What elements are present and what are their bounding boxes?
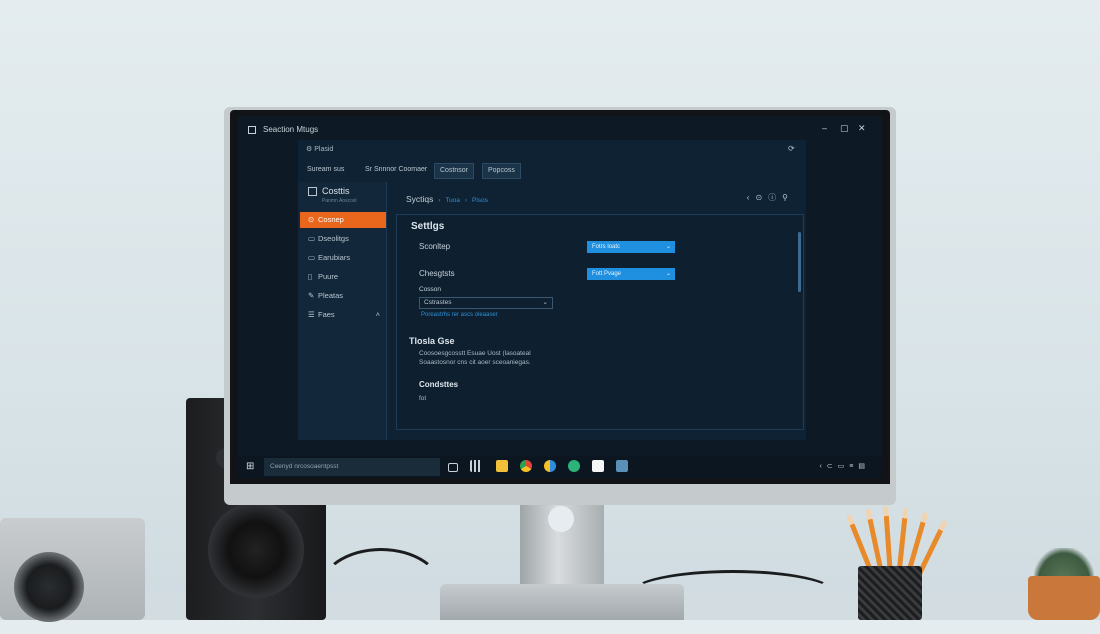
sidebar-item-label: Puure — [318, 272, 339, 281]
pencil-cup — [858, 566, 922, 620]
toolbar: Suream sus Sr Snnnor Coomaer Costnsor Po… — [298, 158, 806, 180]
camera-lens — [14, 552, 84, 622]
field-label: Chesgtsts — [419, 269, 455, 278]
app-header-row: ⚙ Plasid — [306, 145, 333, 153]
notification-icon[interactable]: ▤ — [858, 463, 870, 470]
system-tray: ‹⊂▭≡▤ — [819, 462, 870, 470]
chevron-up-icon[interactable]: ‹ — [819, 463, 826, 470]
app-header-label: Plasid — [314, 146, 334, 153]
section-text: fot — [419, 395, 427, 402]
sidebar-item-dseolitgs[interactable]: ▭ Dseolitgs — [300, 231, 386, 247]
section-title: Tlosla Gse — [409, 336, 455, 346]
item-icon: ⊙ — [308, 215, 315, 224]
browser-icon[interactable] — [520, 460, 532, 472]
window-app-icon — [248, 126, 256, 134]
store-icon[interactable] — [592, 460, 604, 472]
select-value: Cstrastes — [424, 299, 452, 306]
select-value: Fott Pvage — [592, 271, 622, 277]
toolbar-tab-active[interactable]: Costnsor — [434, 163, 475, 179]
content-toolbar-icons: ‹⊙ⓘ⚲ — [747, 192, 794, 203]
home-icon — [308, 187, 317, 196]
section-description: Coosoesgcosstt Esuae Uost (lasoateal Soa… — [419, 350, 531, 366]
section-title: Condsttes — [419, 380, 459, 389]
sidebar-item-puure[interactable]: ▯ Puure — [300, 269, 386, 285]
taskbar: ⊞ Ceenyd nrcosoaentpsst ‹⊂▭≡▤ — [238, 456, 882, 478]
breadcrumb-separator: › — [464, 198, 467, 204]
panel-title: Settlgs — [411, 221, 445, 232]
chevron-down-icon: ⌄ — [665, 271, 671, 277]
field1-select[interactable]: Fotrs loatc ⌄ — [587, 241, 675, 253]
toolbar-item[interactable]: Suream sus — [302, 163, 349, 177]
chevron-down-icon: ⌄ — [665, 244, 671, 250]
toolbar-tab[interactable]: Popcoss — [482, 163, 521, 179]
sidebar-item-faes[interactable]: ☰ Faes ˄ — [300, 307, 386, 323]
chevron-up-icon: ˄ — [375, 310, 380, 319]
monitor-stand — [520, 504, 604, 594]
breadcrumb-main: Syctiqs — [406, 194, 434, 204]
chevron-down-icon: ⌄ — [542, 299, 548, 306]
settings-app: ⚙ Plasid ⟳ Suream sus Sr Snnnor Coomaer … — [298, 140, 806, 440]
task-view-icon[interactable] — [448, 463, 458, 472]
breadcrumb-link[interactable]: Pisos — [472, 197, 488, 204]
breadcrumb-link[interactable]: Tuoa — [445, 197, 460, 204]
refresh-icon[interactable]: ⟳ — [788, 144, 795, 153]
breadcrumb: Syctiqs › Tuoa › Pisos — [406, 194, 488, 204]
monitor: Seaction Mtugs – ▢ ✕ ⚙ Plasid ⟳ Suream s… — [224, 107, 896, 505]
list-icon: ☰ — [308, 310, 315, 319]
document-icon: ▯ — [308, 272, 313, 281]
minimize-button[interactable]: – — [822, 123, 827, 133]
notes-icon[interactable] — [616, 460, 628, 472]
field2-select[interactable]: Fott Pvage ⌄ — [587, 268, 675, 280]
edge-icon[interactable] — [568, 460, 580, 472]
folder-icon[interactable] — [496, 460, 508, 472]
clock-icon[interactable]: ≡ — [849, 463, 858, 470]
settings-icon[interactable]: ⊙ — [755, 193, 768, 202]
settings-panel: Settlgs Sconltep Fotrs loatc ⌄ Chesgtsts … — [396, 214, 804, 430]
browser-alt-icon[interactable] — [544, 460, 556, 472]
gear-icon: ⚙ — [306, 146, 315, 153]
monitor-base — [440, 584, 684, 620]
field-label: Sconltep — [419, 242, 451, 251]
window-icon: ▭ — [308, 253, 316, 262]
scrollbar[interactable] — [798, 232, 801, 292]
start-icon[interactable]: ⊞ — [246, 461, 254, 472]
brand-subtitle: Panmn Aoscosl — [322, 198, 357, 204]
sidebar-item-label: Faes — [318, 310, 335, 319]
speaker-woofer — [208, 502, 304, 598]
network-icon[interactable]: ⊂ — [827, 463, 838, 470]
sidebar-item-label: Dseolitgs — [318, 234, 349, 243]
toolbar-item[interactable]: Sr Snnnor Coomaer — [360, 163, 432, 177]
display-icon: ▭ — [308, 234, 316, 243]
field3-select[interactable]: Cstrastes ⌄ — [419, 297, 553, 309]
cable-left — [318, 548, 444, 634]
stand-hole — [548, 506, 574, 532]
sidebar-item-label: Earubiars — [318, 253, 351, 262]
taskbar-search-input[interactable]: Ceenyd nrcosoaentpsst — [264, 458, 440, 476]
main-content: Syctiqs › Tuoa › Pisos ‹⊙ⓘ⚲ Settlgs Sconltep… — [390, 182, 806, 440]
sidebar: Costtis Panmn Aoscosl ⊙ Cosnep ▭ Dseolitgs… — [298, 182, 387, 440]
sidebar-item-label: Cosnep — [318, 215, 344, 224]
calculator-icon[interactable] — [470, 460, 482, 472]
brand-name: Costtis — [322, 186, 350, 196]
plant-pot — [1028, 576, 1100, 620]
sidebar-item-cosnep[interactable]: ⊙ Cosnep — [300, 212, 386, 228]
info-icon[interactable]: ⓘ — [768, 193, 782, 202]
breadcrumb-separator: › — [438, 198, 441, 204]
pen-icon: ✎ — [308, 291, 315, 300]
sidebar-brand: Costtis Panmn Aoscosl — [308, 186, 356, 204]
maximize-button[interactable]: ▢ — [840, 123, 849, 134]
battery-icon[interactable]: ▭ — [838, 463, 850, 470]
sidebar-item-pleatas[interactable]: ✎ Pleatas — [300, 288, 386, 304]
sidebar-item-label: Pleatas — [318, 291, 344, 300]
field-label: Cosson — [419, 286, 442, 293]
screen: Seaction Mtugs – ▢ ✕ ⚙ Plasid ⟳ Suream s… — [238, 116, 882, 478]
camera-device — [0, 518, 145, 622]
sidebar-item-earubiars[interactable]: ▭ Earubiars — [300, 250, 386, 266]
pin-icon[interactable]: ⚲ — [782, 193, 794, 202]
select-value: Fotrs loatc — [592, 244, 621, 250]
close-button[interactable]: ✕ — [858, 123, 866, 134]
window-title: Seaction Mtugs — [263, 125, 319, 134]
help-link[interactable]: Poreastrhs rer ascs oleaaser — [421, 312, 498, 318]
monitor-bezel: Seaction Mtugs – ▢ ✕ ⚙ Plasid ⟳ Suream s… — [230, 110, 890, 484]
